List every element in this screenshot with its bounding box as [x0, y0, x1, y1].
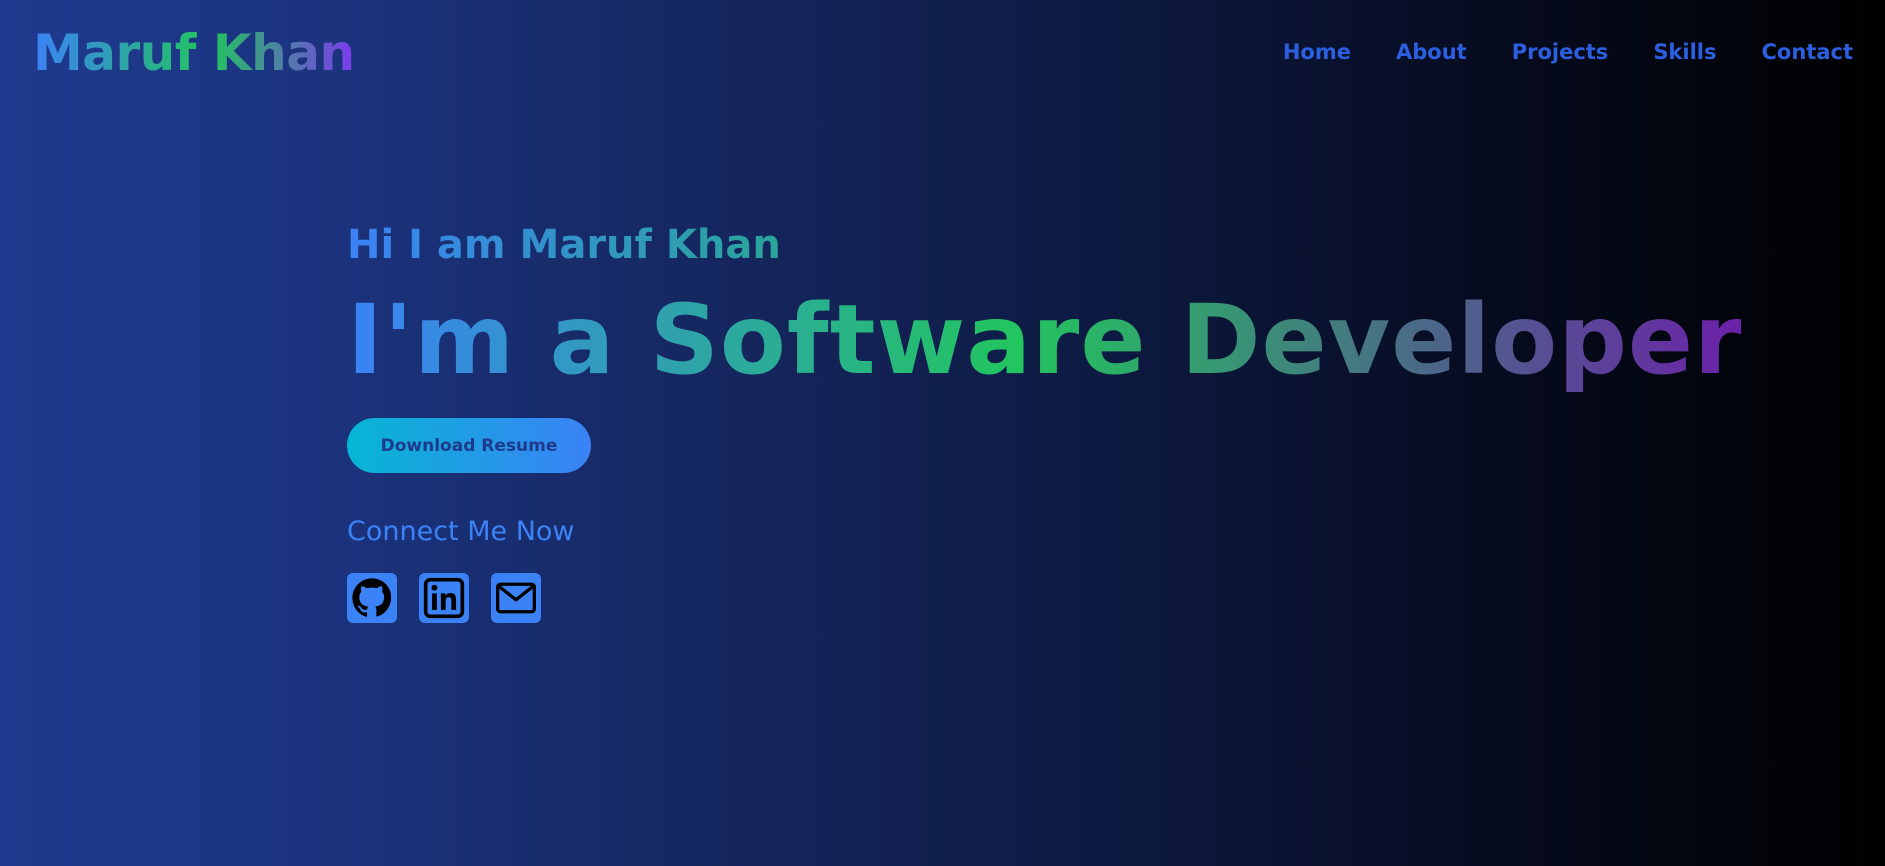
- main-nav: Home About Projects Skills Contact: [1283, 40, 1853, 64]
- hero-section: Hi I am Maruf Khan I'm a Software Develo…: [347, 220, 1742, 623]
- github-link[interactable]: [347, 573, 397, 623]
- social-links: [347, 573, 1742, 623]
- hero-greeting: Hi I am Maruf Khan: [347, 222, 781, 268]
- download-resume-button[interactable]: Download Resume: [347, 418, 591, 473]
- resume-button-wrap: Download Resume: [347, 418, 1742, 473]
- github-icon: [350, 576, 394, 620]
- nav-home-link[interactable]: Home: [1283, 40, 1351, 64]
- site-brand[interactable]: Maruf Khan: [33, 22, 355, 84]
- email-link[interactable]: [491, 573, 541, 623]
- nav-projects-link[interactable]: Projects: [1512, 40, 1609, 64]
- nav-contact-link[interactable]: Contact: [1762, 40, 1854, 64]
- linkedin-icon: [422, 576, 466, 620]
- nav-about-link[interactable]: About: [1396, 40, 1467, 64]
- hero-headline: I'm a Software Developer: [347, 284, 1743, 396]
- linkedin-link[interactable]: [419, 573, 469, 623]
- nav-skills-link[interactable]: Skills: [1653, 40, 1716, 64]
- mail-icon: [494, 576, 538, 620]
- connect-label: Connect Me Now: [347, 516, 575, 547]
